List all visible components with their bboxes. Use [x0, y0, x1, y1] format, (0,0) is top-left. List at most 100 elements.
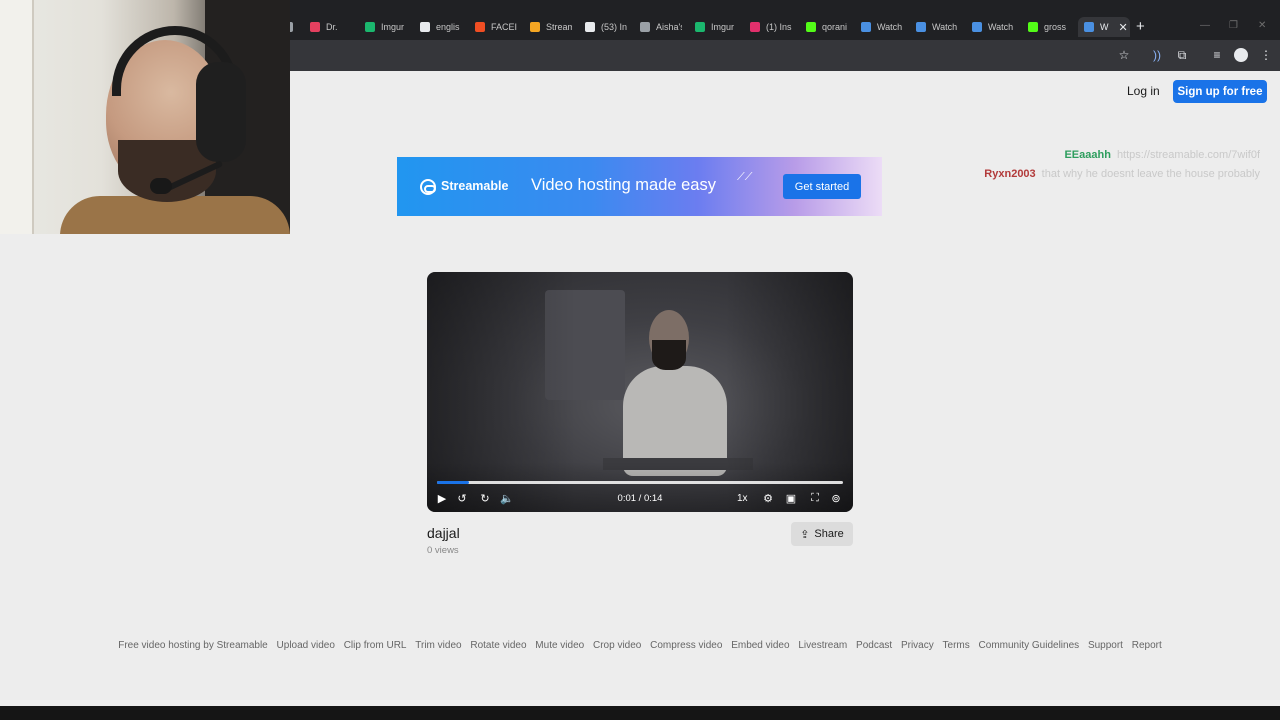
chat-username: EEaaahh — [1064, 149, 1111, 161]
tab-label: Aisha's — [656, 22, 682, 32]
tab-label: Dr. — [326, 22, 338, 32]
footer-link[interactable]: Trim video — [415, 640, 461, 651]
footer-link[interactable]: Rotate video — [470, 640, 526, 651]
browser-tab[interactable]: Watch — [972, 17, 1014, 37]
footer-link[interactable]: Compress video — [650, 640, 722, 651]
bookmark-star-icon[interactable]: ☆ — [1116, 47, 1132, 63]
footer-link[interactable]: Clip from URL — [344, 640, 407, 651]
browser-tab[interactable]: FACEI — [475, 17, 517, 37]
signup-button[interactable]: Sign up for free — [1173, 80, 1267, 103]
footer-link[interactable]: Upload video — [277, 640, 335, 651]
browser-tab[interactable]: (1) Ins — [750, 17, 792, 37]
footer-link[interactable]: Support — [1088, 640, 1123, 651]
picture-in-picture-icon[interactable]: ▣ — [784, 491, 798, 505]
tab-label: Watch — [988, 22, 1014, 32]
progress-bar-fill — [437, 481, 470, 484]
footer-link[interactable]: Mute video — [535, 640, 584, 651]
promo-banner[interactable]: Streamable Video hosting made easy ⟋⟋ Ge… — [397, 157, 882, 216]
tab-favicon-icon — [1084, 22, 1094, 32]
fullscreen-icon[interactable]: ⛶ — [808, 491, 822, 505]
play-icon[interactable]: ▶ — [435, 491, 449, 505]
minimize-icon[interactable]: — — [1200, 20, 1210, 31]
progress-bar[interactable] — [437, 481, 843, 484]
banner-tagline: Video hosting made easy — [531, 176, 716, 194]
profile-avatar-icon[interactable] — [1233, 47, 1249, 63]
tab-label: (1) Ins — [766, 22, 792, 32]
webcam-background-door — [0, 0, 34, 234]
footer-link[interactable]: Crop video — [593, 640, 641, 651]
media-queue-icon[interactable]: ≡ — [1209, 47, 1225, 63]
sparkle-icon: ⟋⟋ — [737, 171, 753, 183]
video-title: dajjal — [427, 525, 460, 541]
tab-favicon-icon — [310, 22, 320, 32]
volume-icon[interactable]: 🔈 — [500, 491, 514, 505]
tab-favicon-icon — [640, 22, 650, 32]
browser-tab[interactable]: englis — [420, 17, 462, 37]
restore-icon[interactable]: ❐ — [1229, 20, 1238, 31]
login-button[interactable]: Log in — [1127, 82, 1169, 100]
get-started-button[interactable]: Get started — [783, 174, 861, 199]
tab-label: Watch — [877, 22, 903, 32]
video-views: 0 views — [427, 545, 459, 556]
browser-tab[interactable]: (53) In — [585, 17, 627, 37]
tab-label: qorani — [822, 22, 848, 32]
browser-tab[interactable]: Dr. — [310, 17, 352, 37]
headset-earcup — [196, 62, 246, 162]
video-player[interactable]: ▶ ↺ ↻ 🔈 0:01 / 0:14 1x ⚙ ▣ ⛶ ⊚ — [427, 272, 853, 512]
tab-label: W — [1100, 22, 1109, 32]
playback-speed[interactable]: 1x — [737, 493, 748, 504]
browser-tab[interactable]: Imgur — [695, 17, 737, 37]
browser-tab[interactable]: qorani — [806, 17, 848, 37]
tab-favicon-icon — [475, 22, 485, 32]
footer-link[interactable]: Report — [1132, 640, 1162, 651]
forward-icon[interactable]: ↻ — [478, 491, 492, 505]
browser-tab[interactable]: gross — [1028, 17, 1070, 37]
tab-favicon-icon — [420, 22, 430, 32]
tab-label: Imgur — [381, 22, 405, 32]
banner-brand: Streamable — [441, 179, 509, 193]
playback-time: 0:01 / 0:14 — [617, 493, 663, 504]
browser-tab[interactable]: Aisha's — [640, 17, 682, 37]
footer-link[interactable]: Privacy — [901, 640, 934, 651]
share-button[interactable]: ⇪ Share — [791, 522, 853, 546]
extension-audio-icon[interactable]: )) — [1149, 47, 1165, 63]
new-tab-icon[interactable]: + — [1136, 18, 1145, 35]
browser-tab[interactable]: Watch — [861, 17, 903, 37]
footer-link[interactable]: Free video hosting by Streamable — [118, 640, 268, 651]
footer-link[interactable]: Embed video — [731, 640, 789, 651]
tab-label: gross — [1044, 22, 1067, 32]
tab-favicon-icon — [972, 22, 982, 32]
tab-favicon-icon — [806, 22, 816, 32]
webcam-overlay — [0, 0, 290, 234]
footer-link[interactable]: Terms — [943, 640, 970, 651]
settings-gear-icon[interactable]: ⚙ — [761, 491, 775, 505]
bottom-bar — [0, 706, 1280, 720]
chat-username: Ryxn2003 — [984, 168, 1036, 180]
share-icon: ⇪ — [800, 528, 810, 541]
footer-link[interactable]: Livestream — [798, 640, 847, 651]
chat-text: https://streamable.com/7wif0f — [1116, 149, 1260, 161]
tab-favicon-icon — [530, 22, 540, 32]
browser-tab[interactable]: Imgur — [365, 17, 405, 37]
tab-favicon-icon — [585, 22, 595, 32]
rewind-icon[interactable]: ↺ — [455, 491, 469, 505]
footer-link[interactable]: Podcast — [856, 640, 892, 651]
footer-link[interactable]: Community Guidelines — [979, 640, 1080, 651]
more-menu-icon[interactable]: ⋮ — [1258, 47, 1274, 63]
browser-tab[interactable]: Stream — [530, 17, 572, 37]
extensions-puzzle-icon[interactable]: ⧉ — [1174, 47, 1190, 63]
close-window-icon[interactable]: ✕ — [1258, 20, 1266, 31]
close-icon[interactable]: ✕ — [1119, 21, 1128, 34]
streamable-logo-icon — [420, 179, 436, 195]
chat-text: that why he doesnt leave the house proba… — [1041, 168, 1260, 180]
tab-label: Stream — [546, 22, 572, 32]
tab-favicon-icon — [1028, 22, 1038, 32]
tab-favicon-icon — [861, 22, 871, 32]
streamable-logo-icon[interactable]: ⊚ — [829, 491, 843, 505]
site-footer: Free video hosting by Streamable Upload … — [0, 640, 1280, 651]
tab-label: Imgur — [711, 22, 735, 32]
tab-favicon-icon — [365, 22, 375, 32]
browser-tab-active[interactable]: W ✕ — [1078, 17, 1130, 37]
browser-tab[interactable]: Watch — [916, 17, 958, 37]
tab-favicon-icon — [750, 22, 760, 32]
